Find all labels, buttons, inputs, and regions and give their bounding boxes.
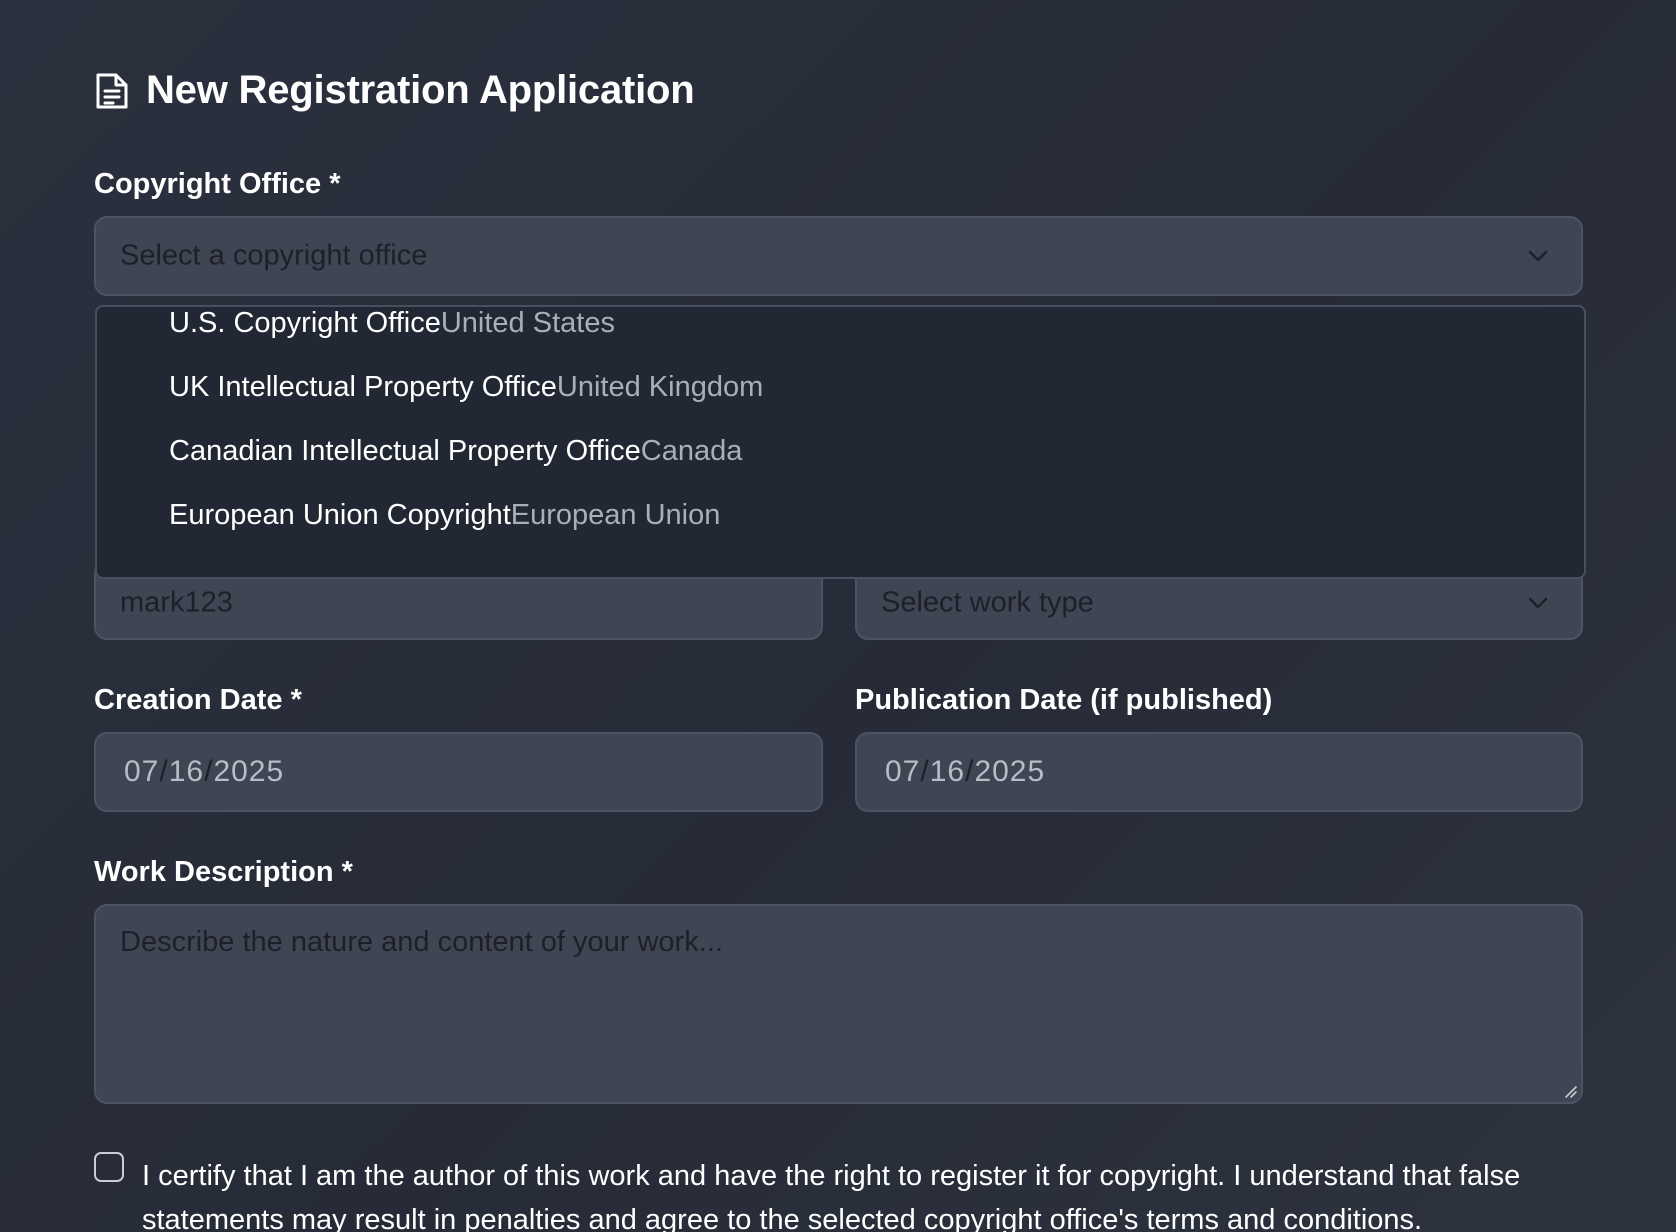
- option-country: United States: [440, 306, 615, 339]
- form-header: New Registration Application: [94, 68, 695, 113]
- option-name: UK Intellectual Property Office: [169, 370, 557, 403]
- certification-text: I certify that I am the author of this w…: [142, 1160, 1521, 1232]
- option-name: European Union Copyright: [169, 498, 511, 531]
- option-us-copyright-office[interactable]: U.S. Copyright Office United States: [169, 299, 615, 347]
- copyright-office-dropdown: U.S. Copyright Office United States UK In…: [95, 305, 1586, 579]
- work-type-placeholder: Select work type: [881, 586, 1094, 619]
- chevron-down-icon: [1527, 249, 1549, 263]
- creation-date-label: Creation Date *: [94, 684, 302, 716]
- creation-date-value: 07/16/2025: [124, 755, 285, 788]
- option-uk-ipo[interactable]: UK Intellectual Property Office United Ki…: [169, 363, 763, 411]
- publication-date-value: 07/16/2025: [885, 755, 1046, 788]
- publication-date-input[interactable]: 07/16/2025: [855, 732, 1583, 812]
- option-country: Canada: [640, 434, 743, 467]
- option-country: United Kingdom: [556, 370, 764, 403]
- copyright-office-label: Copyright Office *: [94, 168, 341, 200]
- option-country: European Union: [510, 498, 721, 531]
- publication-date-label: Publication Date (if published): [855, 684, 1273, 716]
- chevron-down-icon: [1527, 596, 1549, 610]
- option-canadian-ipo[interactable]: Canadian Intellectual Property Office Can…: [169, 427, 742, 475]
- registration-page: New Registration Application Copyright O…: [0, 0, 1676, 1232]
- option-name: U.S. Copyright Office: [169, 306, 441, 339]
- document-icon: [94, 71, 130, 111]
- work-description-textarea[interactable]: Describe the nature and content of your …: [94, 904, 1583, 1104]
- resize-handle-icon[interactable]: [1563, 1084, 1577, 1098]
- work-description-placeholder: Describe the nature and content of your …: [120, 926, 723, 958]
- option-name: Canadian Intellectual Property Office: [169, 434, 641, 467]
- option-eu-copyright[interactable]: European Union Copyright European Union: [169, 491, 720, 539]
- copyright-office-select[interactable]: Select a copyright office: [94, 216, 1583, 296]
- page-title: New Registration Application: [146, 68, 695, 112]
- copyright-office-placeholder: Select a copyright office: [120, 239, 428, 272]
- work-description-label: Work Description *: [94, 856, 353, 888]
- certify-checkbox[interactable]: [94, 1152, 124, 1182]
- creation-date-input[interactable]: 07/16/2025: [94, 732, 823, 812]
- registrant-id-value: mark123: [120, 586, 233, 619]
